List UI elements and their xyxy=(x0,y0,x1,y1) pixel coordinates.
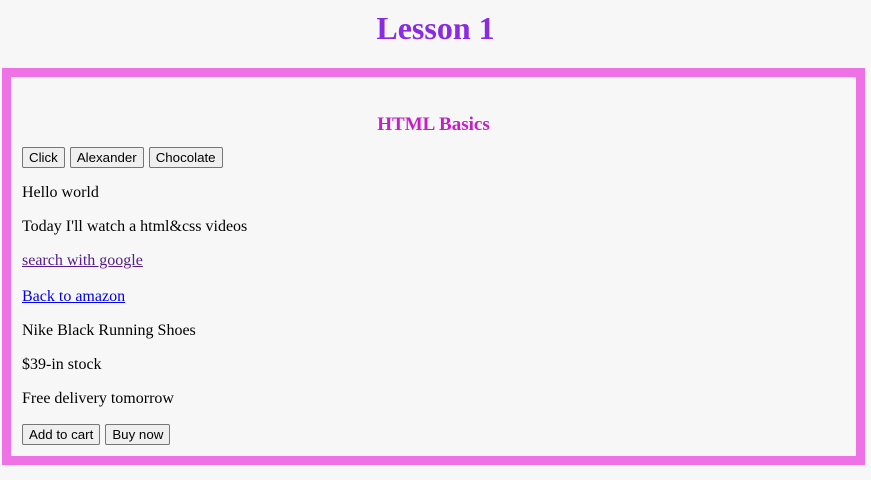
amazon-link[interactable]: Back to amazon xyxy=(22,288,125,305)
google-search-link[interactable]: search with google xyxy=(22,252,143,269)
top-button-row: Click Alexander Chocolate xyxy=(22,147,224,168)
chocolate-button[interactable]: Chocolate xyxy=(148,147,223,168)
add-to-cart-button[interactable]: Add to cart xyxy=(22,424,101,445)
price-stock: $39-in stock xyxy=(22,356,102,373)
delivery-text: Free delivery tomorrow xyxy=(22,390,174,407)
purchase-button-row: Add to cart Buy now xyxy=(22,424,171,445)
hello-text: Hello world xyxy=(22,184,99,201)
alexander-button[interactable]: Alexander xyxy=(69,147,144,168)
product-name: Nike Black Running Shoes xyxy=(22,322,196,339)
section-heading: HTML Basics xyxy=(377,114,490,135)
buy-now-button[interactable]: Buy now xyxy=(105,424,171,445)
lesson-container: HTML Basics Click Alexander Chocolate He… xyxy=(2,68,865,465)
amazon-link-row: Back to amazon xyxy=(22,288,125,306)
click-button[interactable]: Click xyxy=(22,147,65,168)
page-title: Lesson 1 xyxy=(376,10,495,46)
today-text: Today I'll watch a html&css videos xyxy=(22,218,248,235)
google-link-row: search with google xyxy=(22,252,143,270)
